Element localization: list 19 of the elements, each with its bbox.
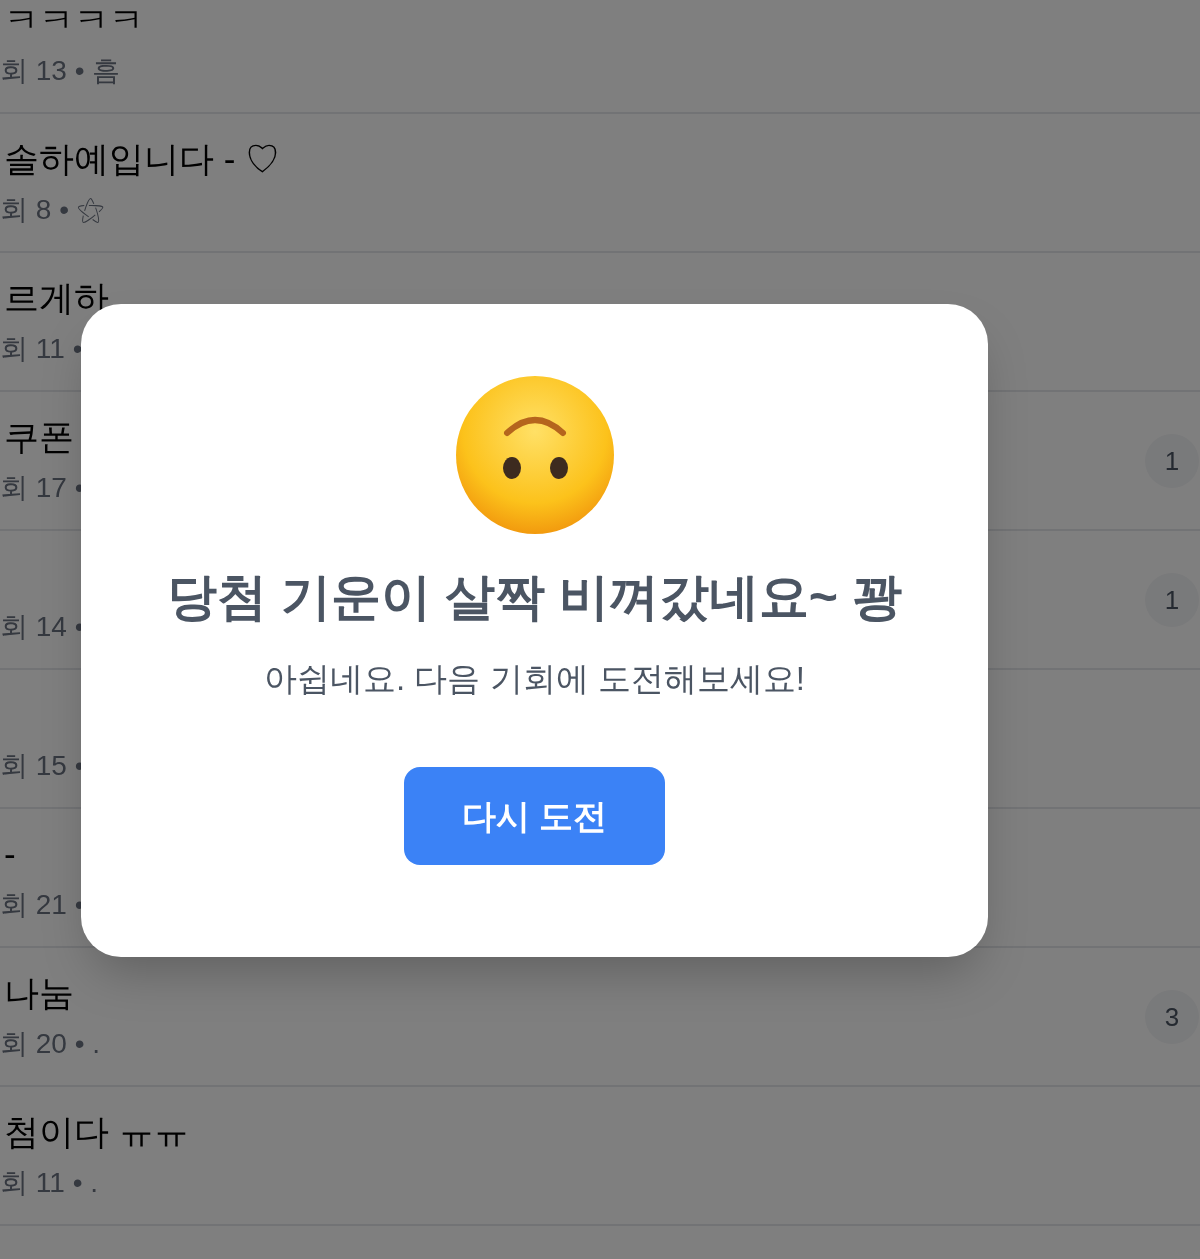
upside-down-face-icon (454, 375, 615, 535)
dialog-message: 아쉽네요. 다음 기회에 도전해보세요! (264, 662, 805, 695)
post-title[interactable]: 나눔 (4, 972, 74, 1012)
post-title[interactable]: 첨이다 ㅠㅠ (4, 1111, 189, 1151)
comment-count-badge: 1 (1145, 573, 1199, 627)
comment-count-badge: 1 (1145, 434, 1199, 488)
post-meta: 회 20 • . (0, 1027, 101, 1059)
post-title[interactable]: 솔하예입니다 - ♡ (4, 138, 281, 178)
comment-count-badge: 3 (1145, 990, 1199, 1044)
retry-button[interactable]: 다시 도전 (404, 767, 665, 865)
post-title[interactable]: 쿠폰 (4, 416, 74, 456)
post-meta: 회 11 • . (0, 1166, 98, 1198)
post-title[interactable]: 르게하 (4, 277, 109, 317)
dialog-title: 당첨 기운이 살짝 비껴갔네요~ 꽝 (167, 572, 902, 622)
post-title[interactable]: - (4, 833, 16, 873)
post-title[interactable]: ㅋㅋㅋㅋ (4, 0, 144, 39)
post-meta: 회 13 • 흠 (0, 54, 121, 86)
post-meta: 회 11 • (0, 332, 83, 364)
post-meta: 회 8 • ⚝ (0, 193, 104, 225)
